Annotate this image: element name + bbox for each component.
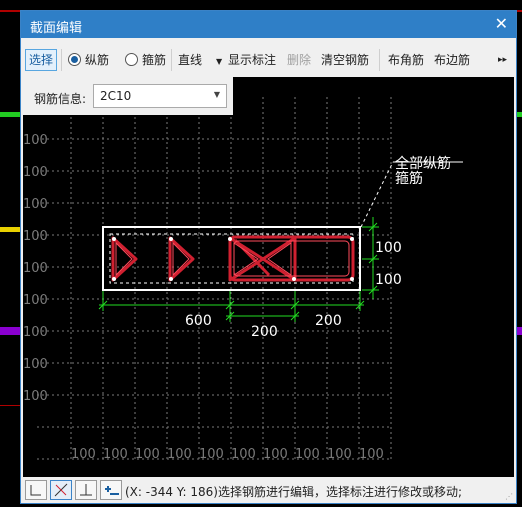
grid-label: 100 [23, 389, 48, 404]
section-drawing: 100 100 100 100 100 100 100 100 100 100 … [23, 97, 463, 462]
grid-label: 100 [263, 447, 288, 462]
dim-text-200-mid[interactable]: 200 [251, 324, 278, 340]
status-text: (X: -344 Y: 186)选择钢筋进行编辑，选择标注进行修改或移动; [125, 485, 463, 499]
grid-label: 100 [23, 261, 48, 276]
add-dimension-icon[interactable] [100, 480, 122, 500]
rebar-info-label: 钢筋信息: [34, 92, 87, 106]
chevron-down-icon: ▼ [216, 57, 223, 66]
toolbar-separator [379, 49, 380, 71]
dim-text-600[interactable]: 600 [185, 313, 212, 329]
linetype-dropdown[interactable]: 直线 ▼ [178, 51, 222, 69]
grid-row-labels: 100 100 100 100 100 100 100 100 100 [23, 133, 48, 404]
select-button[interactable]: 选择 [25, 49, 58, 71]
dim-text-right-top[interactable]: 100 [375, 240, 402, 256]
grid-label: 100 [23, 197, 48, 212]
show-annotation-button[interactable]: 显示标注 [228, 51, 276, 69]
radio-checked-icon [68, 53, 81, 66]
corner-bar-button[interactable]: 布角筋 [388, 51, 424, 69]
grid-label: 100 [359, 447, 384, 462]
leader-line [360, 161, 394, 228]
rebar-group[interactable] [111, 235, 355, 282]
grid-label: 100 [167, 447, 192, 462]
grid-label: 100 [199, 447, 224, 462]
grid-column-labels: 100 100 100 100 100 100 100 100 100 100 [71, 447, 384, 462]
rebar-inner [115, 240, 350, 277]
drawing-canvas[interactable]: 100 100 100 100 100 100 100 100 100 100 … [23, 77, 514, 478]
background-line [0, 327, 22, 335]
grid-label: 100 [23, 133, 48, 148]
grid-label: 100 [23, 165, 48, 180]
clear-rebar-button[interactable]: 清空钢筋 [321, 51, 369, 69]
section-edit-dialog: 截面编辑 ✕ 选择 纵筋 箍筋 直线 ▼ 显示标注 删除 清空钢筋 布角筋 布边筋… [20, 10, 517, 504]
toolbar-separator [61, 49, 62, 71]
close-icon[interactable]: ✕ [495, 14, 508, 33]
title-bar[interactable]: 截面编辑 ✕ [21, 11, 516, 38]
grid-label: 100 [23, 229, 48, 244]
status-bar: (X: -344 Y: 186)选择钢筋进行编辑，选择标注进行修改或移动; ⋰ [21, 477, 516, 503]
longitudinal-label: 纵筋 [85, 53, 110, 67]
grid-label: 100 [135, 447, 160, 462]
background-line [0, 227, 22, 232]
grid-label: 100 [231, 447, 256, 462]
grid-label: 100 [23, 325, 48, 340]
toolbar-overflow-icon[interactable]: ▸▸ [498, 51, 507, 69]
delete-button[interactable]: 删除 [287, 51, 311, 69]
snap-point-icon[interactable] [50, 480, 72, 500]
stirrup-radio[interactable]: 箍筋 [125, 51, 166, 69]
rebar-info-panel: 钢筋信息: 2C10 ▼ [23, 77, 233, 115]
stirrup-label: 箍筋 [142, 53, 167, 67]
edge-bar-button[interactable]: 布边筋 [434, 51, 470, 69]
grid-label: 100 [23, 293, 48, 308]
background-line [0, 112, 22, 117]
radio-unchecked-icon [125, 53, 138, 66]
rebar-info-combobox[interactable]: 2C10 ▼ [93, 84, 227, 108]
grid-label: 100 [295, 447, 320, 462]
grid-label: 100 [71, 447, 96, 462]
rebar-info-value: 2C10 [100, 89, 132, 103]
leader-label-all-longitudinal[interactable]: 全部纵筋 [395, 155, 451, 172]
ortho-icon[interactable] [25, 480, 47, 500]
grid-label: 100 [327, 447, 352, 462]
background-line [0, 405, 22, 406]
toolbar-separator [171, 49, 172, 71]
grid-label: 100 [23, 357, 48, 372]
resize-grip-icon[interactable]: ⋰ [505, 492, 513, 501]
toolbar: 选择 纵筋 箍筋 直线 ▼ 显示标注 删除 清空钢筋 布角筋 布边筋 ▸▸ [21, 38, 516, 78]
dim-text-200-right[interactable]: 200 [315, 313, 342, 329]
grid-label: 100 [103, 447, 128, 462]
longitudinal-radio[interactable]: 纵筋 [68, 51, 109, 69]
leader-label-stirrup[interactable]: 箍筋 [395, 170, 423, 187]
chevron-down-icon: ▼ [213, 90, 220, 99]
linetype-label: 直线 [178, 53, 203, 67]
dialog-title: 截面编辑 [30, 21, 83, 36]
rebar-points [112, 237, 354, 281]
snap-perpendicular-icon[interactable] [75, 480, 97, 500]
dim-text-right-bottom[interactable]: 100 [375, 272, 402, 288]
